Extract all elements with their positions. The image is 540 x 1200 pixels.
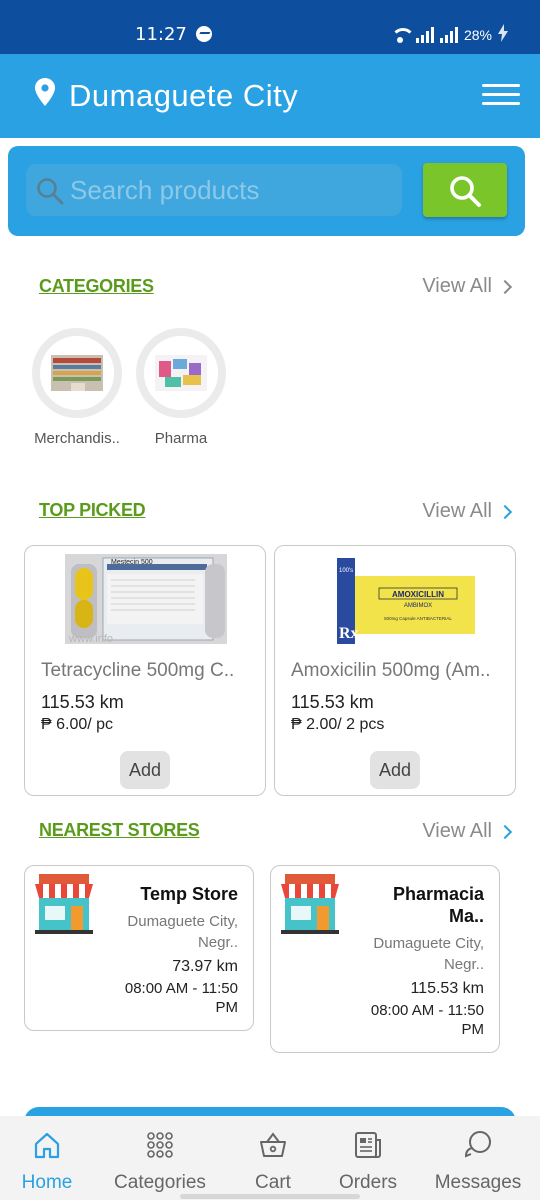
product-price: ₱ 6.00/ pc <box>41 716 114 733</box>
current-location[interactable]: Dumaguete City <box>69 78 298 114</box>
category-item[interactable]: Pharma <box>131 328 231 447</box>
add-to-cart-button[interactable]: Add <box>370 751 420 789</box>
search-placeholder: Search products <box>70 175 260 205</box>
battery-percent: 28% <box>463 26 492 43</box>
view-all-label: View All <box>422 820 492 842</box>
store-card[interactable]: Pharmacia Ma.. Dumaguete City, Negr.. 11… <box>270 865 500 1053</box>
status-icons: 28% <box>390 24 508 45</box>
product-image: 100's AMOXICILLIN AMBIMOX 500mg Capsule … <box>337 558 475 644</box>
search-icon <box>37 178 64 205</box>
product-pack-text: Mestecin 500 <box>111 559 153 566</box>
product-card[interactable]: Mestecin 500 www.info Tetracycline 500mg… <box>24 545 266 796</box>
location-pin-icon[interactable] <box>35 78 55 106</box>
category-item[interactable]: Merchandis.. <box>27 328 127 447</box>
nav-messages[interactable]: Messages <box>432 1130 524 1194</box>
grid-dots-icon <box>147 1132 173 1158</box>
store-icon <box>281 874 339 934</box>
pharma-products-image <box>155 355 207 391</box>
store-hours-line-2: PM <box>215 999 239 1016</box>
nav-label: Categories <box>114 1172 206 1193</box>
view-all-label: View All <box>422 500 492 522</box>
product-pack-description: 500mg Capsule ANTIBACTERIAL <box>384 616 452 621</box>
search-icon <box>450 176 481 207</box>
nearest-stores-view-all[interactable]: View All <box>422 820 513 843</box>
product-pack-count: 100's <box>339 568 353 574</box>
search-input[interactable]: Search products <box>26 164 402 216</box>
store-card[interactable]: Temp Store Dumaguete City, Negr.. 73.97 … <box>24 865 254 1031</box>
nav-cart[interactable]: Cart <box>248 1130 298 1194</box>
category-image-ring <box>136 328 226 418</box>
top-picked-title: TOP PICKED <box>39 500 146 520</box>
product-name: Amoxicilin 500mg (Am.. <box>291 660 491 681</box>
store-address-line-1: Dumaguete City, <box>127 913 238 930</box>
signal-icon <box>439 26 458 43</box>
chevron-right-icon <box>497 824 513 839</box>
gesture-home-indicator[interactable] <box>180 1194 360 1199</box>
status-bar: 11:27 28% <box>0 0 540 54</box>
chevron-right-icon <box>497 279 513 294</box>
store-name-line-2: Ma.. <box>448 906 484 926</box>
store-icon <box>35 874 93 934</box>
product-name: Tetracycline 500mg C.. <box>41 660 235 681</box>
wifi-icon <box>390 27 415 43</box>
product-distance: 115.53 km <box>291 692 374 712</box>
top-picked-view-all[interactable]: View All <box>422 500 513 523</box>
nav-orders[interactable]: Orders <box>334 1130 402 1194</box>
store-hours-line-1: 08:00 AM - 11:50 <box>370 1002 484 1019</box>
store-address-line-1: Dumaguete City, <box>373 935 484 952</box>
store-distance: 73.97 km <box>172 958 238 975</box>
search-bar: Search products <box>8 146 525 236</box>
store-address-line-2: Negr.. <box>443 956 484 973</box>
menu-icon[interactable] <box>482 84 520 108</box>
battery-charging-icon <box>498 24 508 45</box>
chevron-right-icon <box>497 504 513 519</box>
nav-categories[interactable]: Categories <box>110 1130 210 1194</box>
status-time: 11:27 <box>135 24 187 45</box>
nav-label: Cart <box>255 1172 291 1193</box>
home-icon <box>34 1132 60 1159</box>
app-header: Dumaguete City <box>0 54 540 138</box>
nav-home[interactable]: Home <box>16 1130 78 1194</box>
categories-title: CATEGORIES <box>39 276 154 296</box>
product-distance: 115.53 km <box>41 692 124 712</box>
categories-view-all[interactable]: View All <box>422 275 513 298</box>
image-watermark: www.info <box>68 633 113 644</box>
category-image-ring <box>32 328 122 418</box>
category-label: Merchandis.. <box>34 430 120 447</box>
nav-label: Orders <box>338 1172 398 1193</box>
product-card[interactable]: 100's AMOXICILLIN AMBIMOX 500mg Capsule … <box>274 545 516 796</box>
store-hours-line-1: 08:00 AM - 11:50 <box>124 980 238 997</box>
app-screen: 11:27 28% Dumaguete City Search products <box>0 0 540 1200</box>
rx-symbol: Rx <box>339 625 359 642</box>
product-pack-brand: AMOXICILLIN <box>392 590 444 599</box>
store-address-line-2: Negr.. <box>197 934 238 951</box>
basket-icon <box>260 1132 286 1157</box>
add-to-cart-button[interactable]: Add <box>120 751 170 789</box>
product-image: Mestecin 500 www.info <box>65 554 227 644</box>
messenger-notification-icon <box>196 26 212 42</box>
bottom-navigation: Home Categories Cart Orders Messages <box>0 1116 540 1200</box>
store-distance: 115.53 km <box>410 980 484 997</box>
product-pack-subtitle: AMBIMOX <box>404 603 432 609</box>
nav-label: Messages <box>434 1172 522 1193</box>
category-label: Pharma <box>154 430 208 447</box>
newspaper-icon <box>355 1132 381 1158</box>
store-name: Temp Store <box>140 884 238 904</box>
product-price: ₱ 2.00/ 2 pcs <box>291 716 385 733</box>
view-all-label: View All <box>422 275 492 297</box>
chat-bubbles-icon <box>464 1131 491 1158</box>
store-hours-line-2: PM <box>461 1021 485 1038</box>
nearest-stores-title: NEAREST STORES <box>39 820 200 840</box>
search-button[interactable] <box>423 163 507 217</box>
nav-label: Home <box>21 1172 73 1193</box>
store-name-line-1: Pharmacia <box>392 884 484 904</box>
signal-icon <box>415 26 434 43</box>
merchandise-shelf-image <box>51 355 103 391</box>
